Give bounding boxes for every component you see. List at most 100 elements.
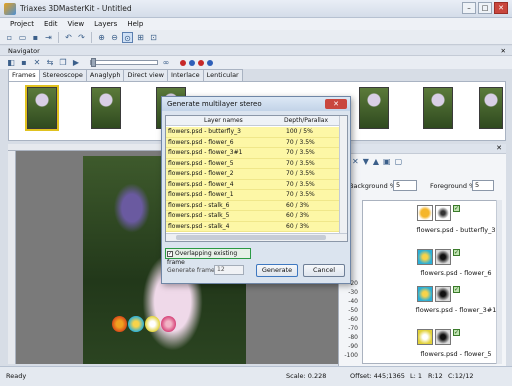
- move-up-icon[interactable]: ▲: [373, 157, 379, 166]
- frame-thumbnail[interactable]: [479, 87, 503, 129]
- mask-thumbnail[interactable]: [435, 329, 451, 345]
- table-row[interactable]: flowers.psd - stalk_4 60 / 3%: [166, 221, 340, 232]
- red-dot[interactable]: [180, 59, 186, 66]
- flower-thumbnail[interactable]: [417, 249, 433, 265]
- zoom-in-icon[interactable]: ⊕: [96, 32, 107, 43]
- save-icon[interactable]: ▪: [30, 32, 41, 43]
- generate-button[interactable]: Generate: [256, 264, 298, 277]
- menu-edit[interactable]: Edit: [44, 18, 58, 30]
- menu-layers[interactable]: Layers: [94, 18, 117, 30]
- tab-lenticular[interactable]: Lenticular: [202, 69, 243, 81]
- table-row[interactable]: flowers.psd - flower_3#1 70 / 3.5%: [166, 148, 340, 159]
- row-depth: 70 / 3.5%: [286, 191, 315, 198]
- minimize-button[interactable]: –: [462, 2, 476, 14]
- new-file-icon[interactable]: ▫: [4, 32, 15, 43]
- scrollbar-thumb[interactable]: [176, 235, 326, 240]
- loop-icon[interactable]: ∞: [161, 58, 171, 67]
- tab-frames[interactable]: Frames: [8, 69, 40, 81]
- layers-panel-header: ✕: [338, 144, 506, 154]
- table-row[interactable]: flowers.psd - flower_1 70 / 3.5%: [166, 190, 340, 201]
- table-row[interactable]: flowers.psd - flower_2 70 / 3.5%: [166, 169, 340, 180]
- background-input[interactable]: 5: [393, 180, 417, 191]
- layers-list[interactable]: ✓ flowers.psd - butterfly_3 ✓ flowers.ps…: [362, 200, 502, 364]
- offset-readout: Offset: 445;1365: [350, 372, 405, 380]
- visibility-checkbox[interactable]: ✓: [453, 249, 460, 256]
- zoom-actual-icon[interactable]: ⊡: [148, 32, 159, 43]
- visibility-checkbox[interactable]: ✓: [453, 286, 460, 293]
- mask-thumbnail[interactable]: [435, 286, 451, 302]
- menu-help[interactable]: Help: [127, 18, 143, 30]
- export-icon[interactable]: ⇥: [43, 32, 54, 43]
- menu-view[interactable]: View: [68, 18, 85, 30]
- frame-slider[interactable]: [90, 58, 158, 67]
- row-depth: 70 / 3.5%: [286, 159, 315, 167]
- layers-scrollbar[interactable]: [496, 200, 502, 364]
- depth-tick: -60: [348, 316, 358, 323]
- zoom-region-icon[interactable]: ⊞: [135, 32, 146, 43]
- dialog-close-button[interactable]: ✕: [325, 99, 347, 109]
- table-row[interactable]: flowers.psd - flower_5 70 / 3.5%: [166, 158, 340, 169]
- main-toolbar: ▫ ▭ ▪ ⇥ ↶ ↷ ⊕ ⊖ ⊙ ⊞ ⊡: [0, 30, 512, 45]
- mask-thumbnail[interactable]: [435, 205, 451, 221]
- zoom-fit-icon[interactable]: ⊙: [122, 31, 133, 43]
- flower-thumbnail[interactable]: [417, 286, 433, 302]
- layers-table: Layer names Depth/Parallax flowers.psd -…: [165, 115, 348, 242]
- red-dot[interactable]: [198, 59, 204, 66]
- blue-dot[interactable]: [207, 59, 213, 66]
- swap-icon[interactable]: ⇆: [45, 58, 55, 67]
- frame-icon[interactable]: ▢: [395, 157, 403, 166]
- menu-project[interactable]: Project: [10, 18, 34, 30]
- tab-direct-view[interactable]: Direct view: [123, 69, 168, 81]
- first-frame-icon[interactable]: ◧: [6, 58, 16, 67]
- foreground-input[interactable]: 5: [472, 180, 494, 191]
- blue-dot[interactable]: [189, 59, 195, 66]
- visibility-checkbox[interactable]: ✓: [453, 205, 460, 212]
- navigator-close-icon[interactable]: ✕: [501, 46, 506, 56]
- flower-thumbnail[interactable]: [417, 329, 433, 345]
- butterfly-thumbnail[interactable]: [417, 205, 433, 221]
- navigator-toolbar: ◧ ▪ ✕ ⇆ ❐ ▶ ∞: [0, 56, 512, 69]
- table-row[interactable]: flowers.psd - flower_6 70 / 3.5%: [166, 137, 340, 148]
- visibility-checkbox[interactable]: ✓: [453, 329, 460, 336]
- navigator-tabs: Frames Stereoscope Anaglyph Direct view …: [8, 69, 243, 81]
- delete-layer-icon[interactable]: ✕: [352, 157, 359, 166]
- slider-thumb[interactable]: [91, 58, 96, 67]
- overlap-checkbox[interactable]: ✓: [167, 250, 173, 257]
- delete-frame-icon[interactable]: ✕: [32, 58, 42, 67]
- play-icon[interactable]: ▶: [71, 58, 81, 67]
- undo-icon[interactable]: ↶: [63, 32, 74, 43]
- frame-thumbnail[interactable]: [423, 87, 453, 129]
- table-row[interactable]: flowers.psd - flower_4 70 / 3.5%: [166, 179, 340, 190]
- layer-label: flowers.psd - flower_5: [420, 350, 492, 358]
- open-folder-icon[interactable]: ▭: [17, 32, 28, 43]
- table-row[interactable]: flowers.psd - butterfly_3 100 / 5%: [166, 127, 340, 138]
- save-frames-icon[interactable]: ▪: [19, 58, 29, 67]
- tab-stereoscope[interactable]: Stereoscope: [38, 69, 87, 81]
- frame-thumbnail[interactable]: [359, 87, 389, 129]
- right-frame-readout: R:12: [428, 372, 443, 380]
- current-frame-readout: C:12/12: [448, 372, 474, 380]
- layers-panel-close-icon[interactable]: ✕: [496, 144, 502, 152]
- zoom-out-icon[interactable]: ⊖: [109, 32, 120, 43]
- table-vertical-scrollbar[interactable]: [339, 116, 347, 234]
- cancel-button[interactable]: Cancel: [303, 264, 345, 277]
- tab-interlace[interactable]: Interlace: [166, 69, 204, 81]
- mask-thumbnail[interactable]: [435, 249, 451, 265]
- maximize-button[interactable]: □: [478, 2, 492, 14]
- navigator-title: Navigator: [8, 47, 40, 55]
- generate-frames-input[interactable]: 12: [214, 265, 244, 275]
- overlap-checkbox-row[interactable]: ✓ Overlapping existing frame: [165, 248, 251, 266]
- redo-icon[interactable]: ↷: [76, 32, 87, 43]
- move-down-icon[interactable]: ▼: [363, 157, 369, 166]
- image-icon[interactable]: ▣: [383, 157, 391, 166]
- dialog-title: Generate multilayer stereo: [162, 97, 350, 111]
- row-layer-name: flowers.psd - stalk_6: [168, 201, 230, 209]
- copy-icon[interactable]: ❐: [58, 58, 68, 67]
- tab-anaglyph[interactable]: Anaglyph: [85, 69, 125, 81]
- frame-thumbnail[interactable]: [91, 87, 121, 129]
- table-row[interactable]: flowers.psd - stalk_6 60 / 3%: [166, 200, 340, 211]
- close-button[interactable]: ✕: [494, 2, 508, 14]
- table-horizontal-scrollbar[interactable]: [166, 233, 347, 241]
- frame-thumbnail[interactable]: [25, 85, 59, 131]
- table-row[interactable]: flowers.psd - stalk_5 60 / 3%: [166, 211, 340, 222]
